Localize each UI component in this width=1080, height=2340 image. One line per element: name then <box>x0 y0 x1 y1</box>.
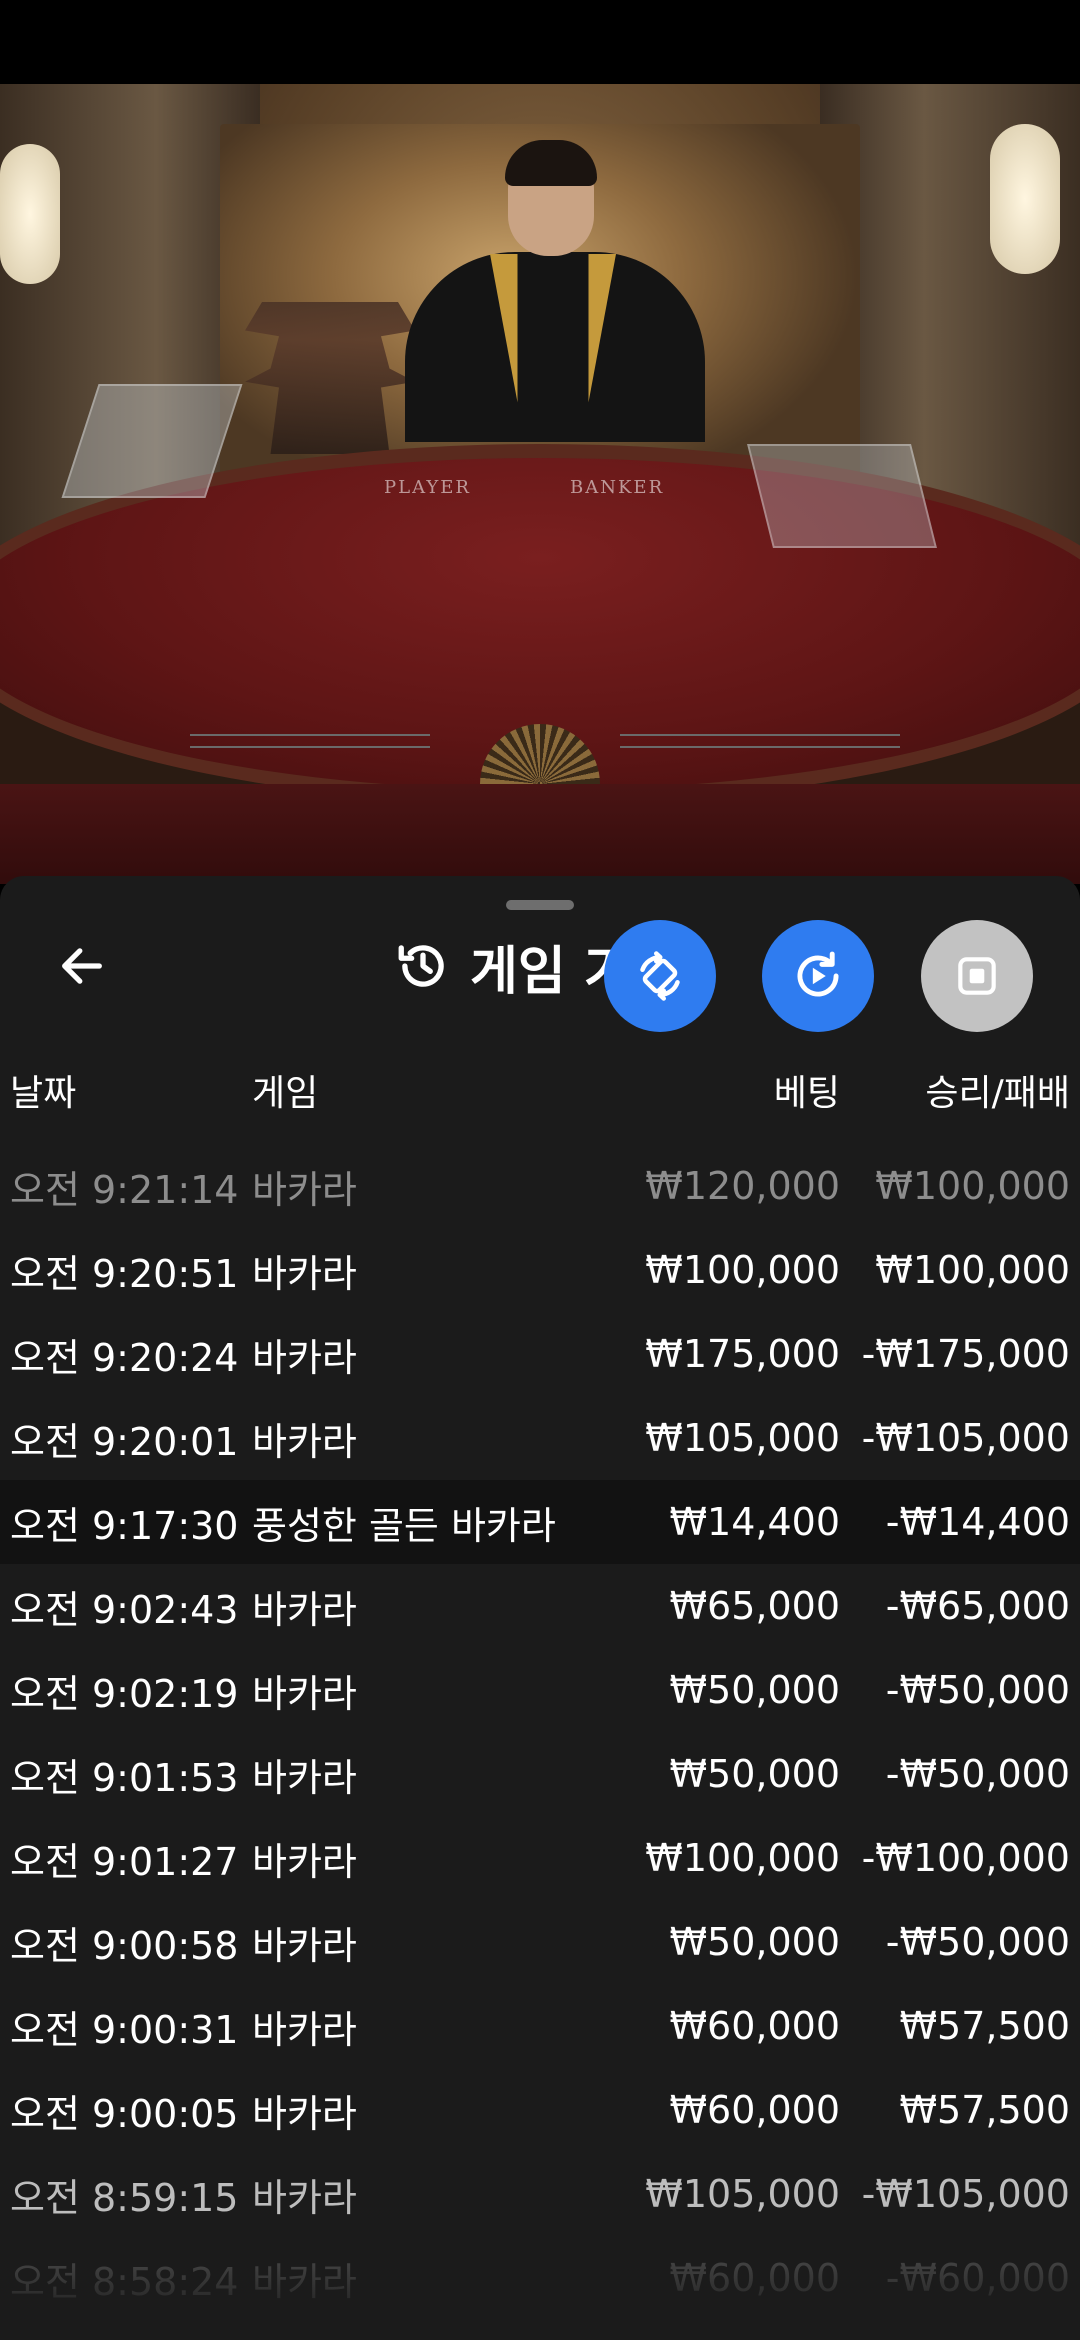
table-rail-left <box>190 734 430 748</box>
row-time: 오전 9:20:51 <box>10 1251 239 1296</box>
row-result: -₩50,000 <box>885 1920 1070 1964</box>
row-time: 오전 9:01:53 <box>10 1755 239 1800</box>
row-game: 바카라 <box>252 1335 357 1380</box>
row-time: 오전 9:20:01 <box>10 1419 239 1464</box>
row-time: 오전 8:59:15 <box>10 2175 239 2220</box>
row-time: 오전 9:00:58 <box>10 1923 239 1968</box>
row-result: -₩50,000 <box>885 1668 1070 1712</box>
table-row-highlighted[interactable]: 오전 9:17:30 풍성한 골든 바카라 ₩14,400 -₩14,400 <box>0 1480 1080 1564</box>
table-row[interactable]: 오전 9:00:05 바카라 ₩60,000 ₩57,500 <box>0 2068 1080 2152</box>
row-game: 바카라 <box>252 2175 357 2220</box>
row-game: 바카라 <box>252 1755 357 1800</box>
table-row[interactable]: 오전 9:00:31 바카라 ₩60,000 ₩57,500 <box>0 1984 1080 2068</box>
lantern-left <box>0 144 60 284</box>
row-time: 오전 9:17:30 <box>10 1503 239 1548</box>
row-result: -₩50,000 <box>885 1752 1070 1796</box>
row-game: 바카라 <box>252 1167 357 1212</box>
column-header-result: 승리/패배 <box>925 1073 1070 1114</box>
table-row[interactable]: 오전 9:20:01 바카라 ₩105,000 -₩105,000 <box>0 1396 1080 1480</box>
drag-handle[interactable] <box>506 900 574 910</box>
row-game: 바카라 <box>252 1587 357 1632</box>
row-bet: ₩120,000 <box>645 1164 840 1208</box>
table-row[interactable]: 오전 8:59:15 바카라 ₩105,000 -₩105,000 <box>0 2152 1080 2236</box>
row-game: 바카라 <box>252 1419 357 1464</box>
row-bet: ₩50,000 <box>669 1920 840 1964</box>
table-row[interactable]: 오전 9:01:53 바카라 ₩50,000 -₩50,000 <box>0 1732 1080 1816</box>
stop-button[interactable] <box>921 920 1033 1032</box>
row-bet: ₩65,000 <box>669 1584 840 1628</box>
row-time: 오전 9:00:05 <box>10 2091 239 2136</box>
row-bet: ₩100,000 <box>645 1248 840 1292</box>
table-row[interactable]: 오전 9:00:58 바카라 ₩50,000 -₩50,000 <box>0 1900 1080 1984</box>
lantern-right <box>990 124 1060 274</box>
row-bet: ₩60,000 <box>669 2004 840 2048</box>
table-rim <box>0 784 1080 884</box>
live-video-feed: PLAYER BANKER <box>0 84 1080 884</box>
row-bet: ₩100,000 <box>645 1836 840 1880</box>
row-bet: ₩175,000 <box>645 1332 840 1376</box>
row-game: 바카라 <box>252 2007 357 2052</box>
replay-icon <box>797 951 839 997</box>
row-bet: ₩60,000 <box>669 2088 840 2132</box>
table-row[interactable]: 오전 8:58:24 바카라 ₩60,000 -₩60,000 <box>0 2236 1080 2320</box>
row-game: 바카라 <box>252 1923 357 1968</box>
row-time: 오전 9:02:19 <box>10 1671 239 1716</box>
row-time: 오전 9:01:27 <box>10 1839 239 1884</box>
rotate-screen-button[interactable] <box>604 920 716 1032</box>
table-rail-right <box>620 734 900 748</box>
row-result: -₩60,000 <box>885 2256 1070 2300</box>
game-history-sheet: 게임 기록 날짜 게임 베팅 승리/패배 오전 9:21:14 바카라 ₩120 <box>0 876 1080 2340</box>
row-result: -₩100,000 <box>861 1836 1070 1880</box>
row-game: 바카라 <box>252 1671 357 1716</box>
row-game: 바카라 <box>252 1251 357 1296</box>
row-time: 오전 9:20:24 <box>10 1335 239 1380</box>
column-header-date: 날짜 <box>10 1073 77 1114</box>
row-result: ₩57,500 <box>899 2088 1070 2132</box>
row-result: -₩105,000 <box>861 1416 1070 1460</box>
row-result: -₩175,000 <box>861 1332 1070 1376</box>
table-row[interactable]: 오전 9:20:51 바카라 ₩100,000 ₩100,000 <box>0 1228 1080 1312</box>
table-row[interactable]: 오전 9:01:27 바카라 ₩100,000 -₩100,000 <box>0 1816 1080 1900</box>
table-label-player: PLAYER <box>384 477 471 498</box>
table-row[interactable]: 오전 9:02:43 바카라 ₩65,000 -₩65,000 <box>0 1564 1080 1648</box>
table-row[interactable]: 오전 9:21:14 바카라 ₩120,000 ₩100,000 <box>0 1144 1080 1228</box>
row-result: -₩105,000 <box>861 2172 1070 2216</box>
row-time: 오전 8:58:24 <box>10 2259 239 2304</box>
status-bar <box>0 0 1080 84</box>
row-bet: ₩50,000 <box>669 1752 840 1796</box>
row-time: 오전 9:02:43 <box>10 1587 239 1632</box>
row-time: 오전 9:00:31 <box>10 2007 239 2052</box>
replay-button[interactable] <box>762 920 874 1032</box>
row-game: 풍성한 골든 바카라 <box>252 1503 556 1548</box>
row-bet: ₩60,000 <box>669 2256 840 2300</box>
row-result: ₩57,500 <box>899 2004 1070 2048</box>
column-header-bet: 베팅 <box>773 1073 840 1114</box>
row-game: 바카라 <box>252 2091 357 2136</box>
table-row[interactable]: 오전 9:20:24 바카라 ₩175,000 -₩175,000 <box>0 1312 1080 1396</box>
row-bet: ₩14,400 <box>669 1500 840 1544</box>
row-bet: ₩50,000 <box>669 1668 840 1712</box>
row-bet: ₩105,000 <box>645 1416 840 1460</box>
row-game: 바카라 <box>252 1839 357 1884</box>
rotate-screen-icon <box>640 951 680 1001</box>
row-time: 오전 9:21:14 <box>10 1167 239 1212</box>
stop-icon <box>958 957 996 995</box>
arrow-left-icon <box>62 948 102 984</box>
history-table: 오전 9:21:14 바카라 ₩120,000 ₩100,000 오전 9:20… <box>0 1144 1080 2320</box>
card-shoe-right <box>747 444 937 548</box>
table-row[interactable]: 오전 9:02:19 바카라 ₩50,000 -₩50,000 <box>0 1648 1080 1732</box>
row-result: -₩14,400 <box>885 1500 1070 1544</box>
row-result: ₩100,000 <box>875 1248 1070 1292</box>
history-icon <box>398 945 444 987</box>
back-button[interactable] <box>50 934 114 998</box>
column-header-game: 게임 <box>252 1073 319 1114</box>
row-bet: ₩105,000 <box>645 2172 840 2216</box>
row-result: -₩65,000 <box>885 1584 1070 1628</box>
table-label-banker: BANKER <box>570 477 665 498</box>
row-game: 바카라 <box>252 2259 357 2304</box>
row-result: ₩100,000 <box>875 1164 1070 1208</box>
